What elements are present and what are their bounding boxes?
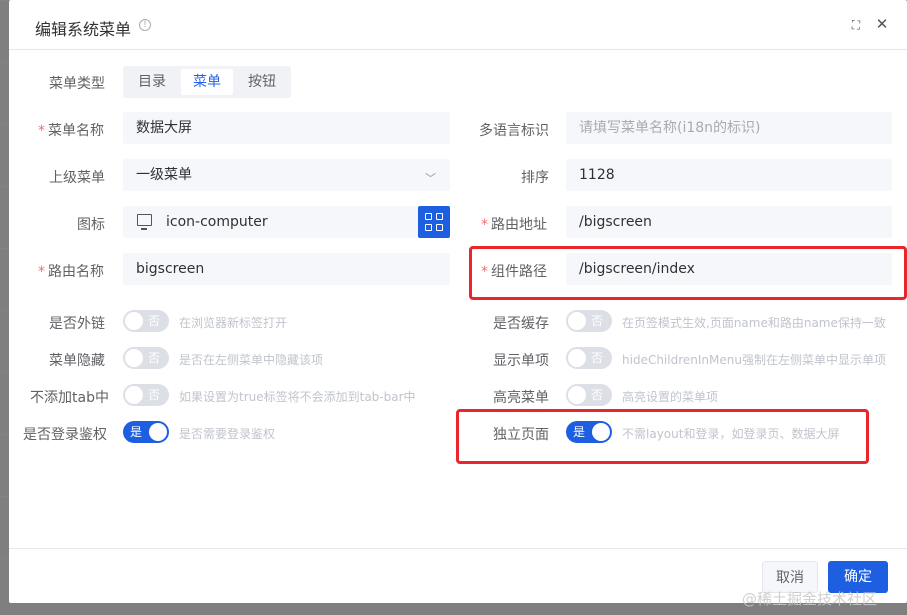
cache-hint: 在页签模式生效,页面name和路由name保持一致 <box>622 316 886 330</box>
show-single-hint: hideChildrenInMenu强制在左侧菜单中显示单项 <box>622 353 886 367</box>
login-auth-hint: 是否需要登录鉴权 <box>179 427 276 441</box>
menu-type-segmented: 目录 菜单 按钮 <box>123 66 291 98</box>
switch-knob <box>568 349 586 367</box>
menu-name-label-text: 菜单名称 <box>48 123 104 139</box>
route-path-label: * 路由地址 <box>481 217 547 233</box>
show-single-switch[interactable]: 否 <box>566 347 612 369</box>
route-name-label: * 路由名称 <box>38 264 104 280</box>
switch-knob <box>125 349 143 367</box>
parent-menu-label: 上级菜单 <box>49 170 105 186</box>
route-name-label-text: 路由名称 <box>48 264 104 280</box>
no-tab-switch-text: 否 <box>148 388 161 402</box>
hide-menu-label: 菜单隐藏 <box>49 353 105 369</box>
switch-knob <box>568 312 586 330</box>
login-auth-switch-text: 是 <box>130 425 143 439</box>
computer-icon <box>137 214 152 230</box>
dialog-title: 编辑系统菜单 <box>35 20 132 39</box>
route-path-label-text: 路由地址 <box>491 217 547 233</box>
edit-menu-dialog: 编辑系统菜单 ! ⛶ ✕ 菜单类型 目录 菜单 按钮 * 菜单名称 数据大屏 多语… <box>9 0 907 603</box>
i18n-input[interactable]: 请填写菜单名称(i18n的标识) <box>566 112 892 144</box>
show-single-label: 显示单项 <box>493 353 549 369</box>
parent-menu-select[interactable]: 一级菜单 <box>123 159 450 191</box>
cache-label: 是否缓存 <box>493 316 549 332</box>
show-single-switch-text: 否 <box>591 351 604 365</box>
external-link-label: 是否外链 <box>49 316 105 332</box>
no-tab-hint: 如果设置为true标签将不会添加到tab-bar中 <box>179 390 416 404</box>
highlight-box-component-path <box>469 246 907 300</box>
no-tab-label: 不添加tab中 <box>30 390 109 406</box>
icon-picker-button[interactable] <box>418 206 450 238</box>
external-link-hint: 在浏览器新标签打开 <box>179 316 288 330</box>
highlight-box-standalone-page <box>456 409 869 464</box>
chevron-down-icon[interactable]: ﹀ <box>425 170 436 186</box>
menu-type-option-menu[interactable]: 菜单 <box>181 69 233 95</box>
hide-menu-switch[interactable]: 否 <box>123 347 169 369</box>
i18n-label: 多语言标识 <box>479 123 549 139</box>
external-link-switch[interactable]: 否 <box>123 310 169 332</box>
watermark: @稀土掘金技术社区 <box>742 590 878 608</box>
route-path-input[interactable]: /bigscreen <box>566 206 892 238</box>
switch-knob <box>149 423 167 441</box>
login-auth-switch[interactable]: 是 <box>123 421 169 443</box>
switch-knob <box>125 312 143 330</box>
menu-name-label: * 菜单名称 <box>38 123 104 139</box>
footer-divider <box>9 548 907 549</box>
cache-switch-text: 否 <box>591 314 604 328</box>
login-auth-label: 是否登录鉴权 <box>23 427 107 443</box>
icon-label: 图标 <box>77 217 105 233</box>
cache-switch[interactable]: 否 <box>566 310 612 332</box>
icon-input[interactable]: icon-computer <box>123 206 418 238</box>
sort-input[interactable]: 1128 <box>566 159 892 191</box>
sort-label: 排序 <box>521 170 549 186</box>
menu-type-label: 菜单类型 <box>49 76 105 92</box>
menu-name-input[interactable]: 数据大屏 <box>123 112 450 144</box>
info-icon[interactable]: ! <box>139 19 151 31</box>
menu-type-option-directory[interactable]: 目录 <box>127 69 177 95</box>
hide-menu-switch-text: 否 <box>148 351 161 365</box>
no-tab-switch[interactable]: 否 <box>123 384 169 406</box>
external-link-switch-text: 否 <box>148 314 161 328</box>
route-name-input[interactable]: bigscreen <box>123 253 450 285</box>
highlight-menu-switch[interactable]: 否 <box>566 384 612 406</box>
highlight-menu-label: 高亮菜单 <box>493 390 549 406</box>
switch-knob <box>125 386 143 404</box>
highlight-menu-hint: 高亮设置的菜单项 <box>622 390 719 404</box>
fullscreen-icon[interactable]: ⛶ <box>849 18 863 32</box>
highlight-menu-switch-text: 否 <box>591 388 604 402</box>
dialog-header: 编辑系统菜单 ! ⛶ ✕ <box>9 0 907 50</box>
switch-knob <box>568 386 586 404</box>
hide-menu-hint: 是否在左侧菜单中隐藏该项 <box>179 353 324 367</box>
menu-type-option-button[interactable]: 按钮 <box>237 69 287 95</box>
close-icon[interactable]: ✕ <box>875 16 889 32</box>
